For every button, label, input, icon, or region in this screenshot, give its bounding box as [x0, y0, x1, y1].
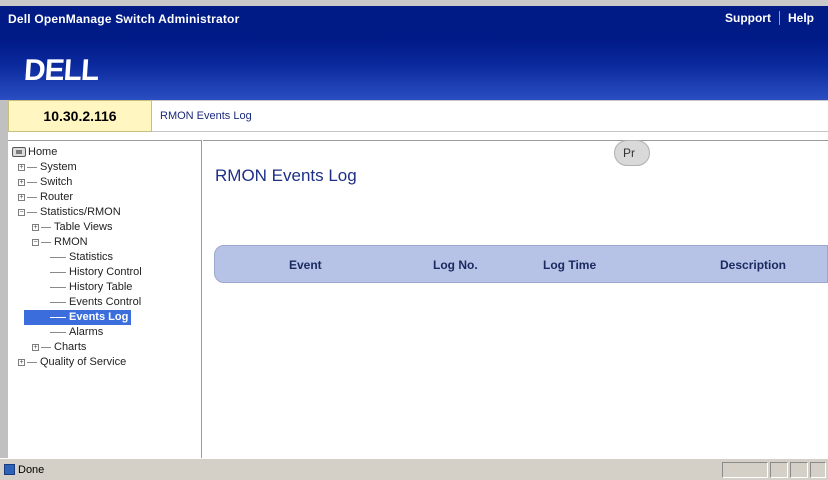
- dell-logo: DELL: [22, 54, 100, 87]
- expand-plus-icon[interactable]: +: [18, 194, 25, 201]
- status-pane: [722, 462, 768, 478]
- main-content: RMON Events Log: [203, 140, 828, 458]
- tree-connector: [50, 287, 66, 288]
- left-frame-edge: [0, 100, 8, 458]
- tree-item-system[interactable]: + System: [12, 160, 200, 175]
- sidebar-tree: Home + System + Switch + Router − Statis…: [8, 140, 202, 458]
- tree-item-charts[interactable]: + Charts: [12, 340, 200, 355]
- home-icon: [12, 147, 26, 157]
- expand-plus-icon[interactable]: +: [18, 359, 25, 366]
- page-title: RMON Events Log: [215, 166, 357, 185]
- column-header-description: Description: [720, 258, 787, 272]
- expand-plus-icon[interactable]: +: [18, 179, 25, 186]
- tree-connector: [27, 182, 37, 183]
- column-header-event: Event: [289, 258, 322, 272]
- help-link[interactable]: Help: [780, 11, 822, 25]
- tree-item-history-control[interactable]: History Control: [12, 265, 200, 280]
- tree-item-rmon[interactable]: − RMON: [12, 235, 200, 250]
- expand-plus-icon[interactable]: +: [32, 224, 39, 231]
- status-pane: [790, 462, 808, 478]
- tree-item-history-table[interactable]: History Table: [12, 280, 200, 295]
- logo-band: DELL: [0, 38, 828, 100]
- app-title: Dell OpenManage Switch Administrator: [8, 12, 240, 26]
- print-button[interactable]: Pr: [614, 140, 650, 166]
- tree-connector: [41, 242, 51, 243]
- tree-item-statistics[interactable]: Statistics: [12, 250, 200, 265]
- support-link[interactable]: Support: [717, 11, 779, 25]
- tree-item-quality-of-service[interactable]: + Quality of Service: [12, 355, 200, 370]
- title-bar: Dell OpenManage Switch Administrator Sup…: [0, 0, 828, 38]
- breadcrumb: RMON Events Log: [152, 100, 828, 132]
- expand-plus-icon[interactable]: +: [18, 164, 25, 171]
- status-pane: [770, 462, 788, 478]
- tree-connector: [50, 317, 66, 318]
- tree-connector: [27, 167, 37, 168]
- tree-connector: [27, 212, 37, 213]
- tree-item-router[interactable]: + Router: [12, 190, 200, 205]
- column-header-log-no: Log No.: [433, 258, 478, 272]
- tree-item-statistics-rmon[interactable]: − Statistics/RMON: [12, 205, 200, 220]
- status-bar: Done: [0, 458, 828, 480]
- events-log-table-header: Event Log No. Log Time Description: [214, 245, 828, 283]
- column-header-log-time: Log Time: [543, 258, 597, 272]
- status-pane: [810, 462, 826, 478]
- tree-item-alarms[interactable]: Alarms: [12, 325, 200, 340]
- tree-item-events-control[interactable]: Events Control: [12, 295, 200, 310]
- tree-connector: [27, 362, 37, 363]
- tree-item-home[interactable]: Home: [12, 145, 200, 160]
- tree-connector: [41, 227, 51, 228]
- tree-connector: [50, 257, 66, 258]
- tree-connector: [41, 347, 51, 348]
- collapse-minus-icon[interactable]: −: [18, 209, 25, 216]
- collapse-minus-icon[interactable]: −: [32, 239, 39, 246]
- tree-item-table-views[interactable]: + Table Views: [12, 220, 200, 235]
- tree-connector: [27, 197, 37, 198]
- tree-list: Home + System + Switch + Router − Statis…: [12, 145, 200, 370]
- tree-connector: [50, 332, 66, 333]
- tree-connector: [50, 272, 66, 273]
- status-text: Done: [18, 464, 45, 476]
- top-links: Support Help: [717, 11, 822, 25]
- tree-item-events-log[interactable]: Events Log: [12, 310, 200, 325]
- expand-plus-icon[interactable]: +: [32, 344, 39, 351]
- tree-connector: [50, 302, 66, 303]
- page-done-icon: [4, 464, 15, 475]
- device-ip: 10.30.2.116: [8, 100, 152, 132]
- breadcrumb-label: RMON Events Log: [160, 110, 252, 122]
- tree-item-switch[interactable]: + Switch: [12, 175, 200, 190]
